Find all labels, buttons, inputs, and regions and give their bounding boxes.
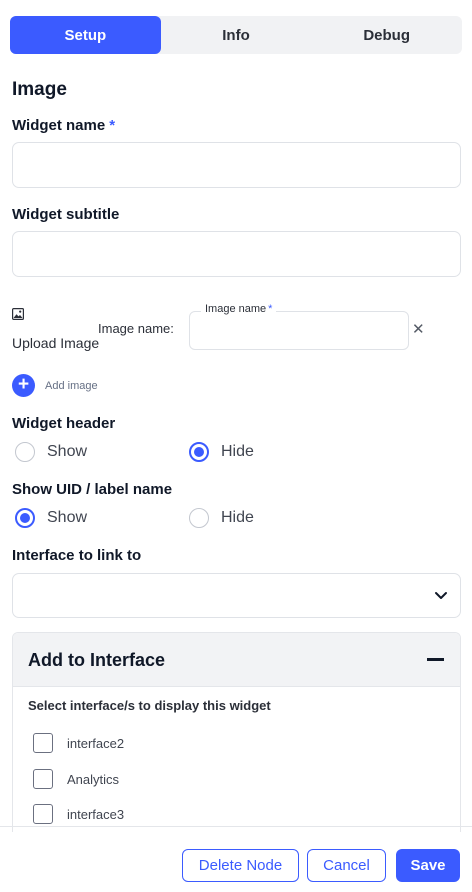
radio-circle (189, 508, 209, 528)
radio-label: Hide (221, 509, 254, 526)
required-mark: * (109, 117, 116, 134)
widget-name-label-text: Widget name (12, 117, 106, 134)
radio-label: Show (47, 509, 88, 526)
upload-image-label: Upload Image (12, 335, 100, 351)
select-interfaces-label: Select interface/s to display this widge… (28, 698, 271, 713)
tab-bar: Setup Info Debug (10, 16, 462, 54)
checkbox-label: Analytics (67, 771, 120, 787)
collapse-icon[interactable] (427, 658, 444, 661)
show-uid-label: Show UID / label name (12, 481, 173, 498)
chevron-down-icon (435, 592, 447, 599)
radio-circle (15, 508, 35, 528)
checkbox-label: interface2 (67, 735, 125, 751)
checkbox[interactable] (33, 769, 53, 789)
delete-node-button[interactable]: Delete Node (182, 849, 299, 882)
plus-icon: + (12, 374, 35, 397)
footer-divider (0, 826, 472, 827)
checkbox-label: interface3 (67, 806, 125, 822)
interface-link-label: Interface to link to (12, 547, 142, 564)
interface-checkbox[interactable]: interface3 (33, 804, 124, 824)
image-name-row-label: Image name: (98, 321, 174, 336)
widget-subtitle-input[interactable] (12, 231, 461, 277)
cancel-button[interactable]: Cancel (307, 849, 386, 882)
radio-circle (15, 442, 35, 462)
interface-checkbox[interactable]: Analytics (33, 769, 119, 789)
radio-label: Hide (221, 443, 254, 460)
widget-subtitle-label: Widget subtitle (12, 206, 120, 223)
widget-header-label: Widget header (12, 415, 116, 432)
add-to-interface-panel: Add to Interface Select interface/s to d… (12, 632, 461, 832)
radio-circle (189, 442, 209, 462)
save-button[interactable]: Save (396, 849, 460, 882)
image-name-input[interactable] (189, 311, 409, 350)
widget-header-show-radio[interactable]: Show (15, 442, 87, 462)
radio-label: Show (47, 443, 88, 460)
add-image-button[interactable]: + Add image (12, 374, 98, 397)
show-uid-show-radio[interactable]: Show (15, 508, 87, 528)
add-image-label: Add image (45, 379, 98, 392)
show-uid-hide-radio[interactable]: Hide (189, 508, 254, 528)
remove-image-icon[interactable]: ✕ (412, 320, 425, 338)
image-name-field-label-text: Image name (205, 303, 267, 315)
checkbox[interactable] (33, 733, 53, 753)
widget-header-hide-radio[interactable]: Hide (189, 442, 254, 462)
required-mark: * (268, 303, 273, 315)
widget-name-input[interactable] (12, 142, 461, 188)
upload-image-button[interactable]: Upload Image (12, 306, 102, 356)
widget-name-label: Widget name * (12, 117, 115, 134)
tab-debug[interactable]: Debug (311, 16, 462, 54)
section-title: Image (12, 79, 67, 100)
tab-setup[interactable]: Setup (10, 16, 161, 54)
add-to-interface-header[interactable]: Add to Interface (13, 633, 460, 687)
image-icon (12, 308, 24, 320)
checkbox[interactable] (33, 804, 53, 824)
add-to-interface-title: Add to Interface (28, 650, 166, 670)
image-name-field-label: Image name * (201, 303, 277, 315)
tab-info[interactable]: Info (161, 16, 312, 54)
interface-link-select[interactable] (12, 573, 461, 618)
interface-checkbox[interactable]: interface2 (33, 733, 124, 753)
